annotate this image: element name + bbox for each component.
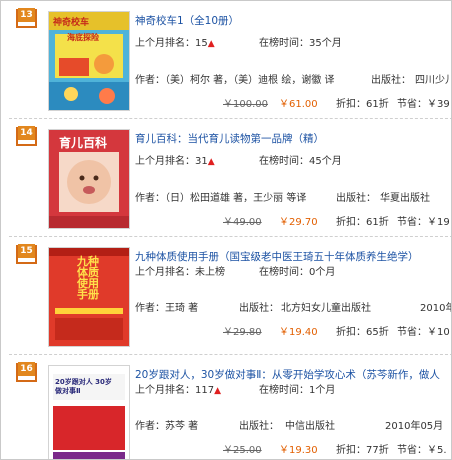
publisher-link[interactable]: 中信出版社 (285, 421, 335, 432)
rank-badge: 14 (16, 126, 37, 146)
author-line: 作者：（日）松田道雄 著，王少丽 等译 (135, 193, 307, 204)
publisher-link[interactable]: 华夏出版社 (380, 193, 430, 204)
rank-badge: 16 (16, 362, 37, 382)
discount-info: 折扣：61折 (336, 99, 389, 110)
rank-up-arrow-icon: ▲ (207, 157, 215, 167)
on-list-info: 在榜时间：35个月 (259, 38, 342, 49)
sale-price: ￥19.40 (279, 327, 318, 338)
cover-subtitle: 海底探险 (67, 33, 99, 42)
bestseller-list: 13 神奇校车 海底探险 神奇校车1（全10册） 上个月排名：15▲ 在榜时间：… (0, 0, 452, 460)
list-item: 13 神奇校车 海底探险 神奇校车1（全10册） 上个月排名：15▲ 在榜时间：… (1, 1, 451, 119)
publisher-info: 出版社： 四川少儿 (371, 71, 451, 86)
list-price: ￥25.00 (223, 445, 262, 456)
rank-info: 上个月排名：117▲ (135, 385, 222, 396)
book-title-link[interactable]: 育儿百科：当代育儿读物第一品牌（精） (135, 131, 324, 146)
saving-info: 节省：￥19 (397, 217, 450, 228)
author-line: 作者：苏芩 著 (135, 421, 199, 432)
saving-info: 节省：￥5. (397, 445, 447, 456)
rank-up-arrow-icon: ▲ (214, 386, 222, 396)
saving-info: 节省：￥10 (397, 327, 450, 338)
on-list-info: 在榜时间：1个月 (259, 385, 336, 396)
publisher-link[interactable]: 四川少儿 (415, 75, 451, 86)
pub-date: 2010年05月 (385, 421, 444, 432)
publisher-link[interactable]: 北方妇女儿童出版社 (281, 303, 371, 314)
publisher-info: 出版社： 中信出版社 (239, 421, 335, 432)
sale-price: ￥19.30 (279, 445, 318, 456)
sale-price: ￥61.00 (279, 99, 318, 110)
on-list-info: 在榜时间：0个月 (259, 267, 336, 278)
cover-title: 九种体质使用手册 (77, 255, 99, 301)
list-price: ￥100.00 (223, 99, 268, 110)
rank-badge: 13 (16, 8, 37, 28)
list-price: ￥29.80 (223, 327, 262, 338)
cover-title: 神奇校车 (53, 18, 90, 28)
discount-info: 折扣：61折 (336, 217, 389, 228)
book-title-link[interactable]: 20岁跟对人，30岁做对事Ⅱ：从零开始学攻心术（苏芩新作，做人 (135, 367, 440, 382)
book-cover[interactable]: 育儿百科 (48, 129, 130, 229)
pub-date: 2010年0 (420, 303, 451, 314)
discount-info: 折扣：77折 (336, 445, 389, 456)
book-title-link[interactable]: 神奇校车1（全10册） (135, 13, 239, 28)
rank-up-arrow-icon: ▲ (207, 39, 215, 49)
discount-info: 折扣：65折 (336, 327, 389, 338)
publisher-info: 出版社： 华夏出版社 (336, 193, 430, 204)
saving-info: 节省：￥39 (397, 99, 450, 110)
book-cover[interactable]: 20岁跟对人 30岁做对事Ⅱ (48, 365, 130, 459)
list-item: 14 育儿百科 育儿百科：当代育儿读物第一品牌（精） 上个月排名：31▲ 在榜时… (1, 119, 451, 237)
publisher-info: 出版社： 北方妇女儿童出版社 (239, 303, 371, 314)
list-item: 15 九种体质使用手册 九种体质使用手册（国宝级老中医王琦五十年体质养生绝学） … (1, 237, 451, 355)
rank-info: 上个月排名：未上榜 (135, 267, 225, 278)
rank-info: 上个月排名：15▲ (135, 38, 215, 49)
list-price: ￥49.00 (223, 217, 262, 228)
cover-title: 育儿百科 (59, 136, 108, 150)
rank-info: 上个月排名：31▲ (135, 156, 215, 167)
sale-price: ￥29.70 (279, 217, 318, 228)
book-title-link[interactable]: 九种体质使用手册（国宝级老中医王琦五十年体质养生绝学） (135, 249, 419, 264)
rank-badge: 15 (16, 244, 37, 264)
author-line: 作者：王琦 著 (135, 303, 199, 314)
list-item: 16 20岁跟对人 30岁做对事Ⅱ 20岁跟对人，30岁做对事Ⅱ：从零开始学攻心… (1, 355, 451, 459)
on-list-info: 在榜时间：45个月 (259, 156, 342, 167)
book-cover[interactable]: 九种体质使用手册 (48, 247, 130, 347)
author-line: 作者：（美）柯尔 著，（美）迪根 绘，谢徽 译 (135, 75, 335, 86)
book-cover[interactable]: 神奇校车 海底探险 (48, 11, 130, 111)
cover-title: 20岁跟对人 30岁做对事Ⅱ (55, 378, 112, 395)
